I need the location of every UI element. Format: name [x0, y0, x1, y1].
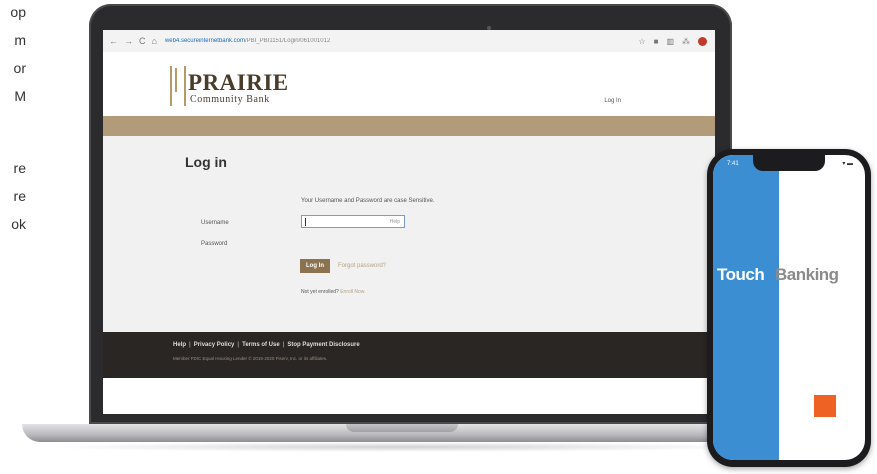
text-caret [305, 218, 306, 226]
profile-avatar-icon[interactable] [698, 36, 707, 46]
cropped-article-text: op m or M re re ok [0, 0, 28, 260]
footer-terms-link[interactable]: Terms of Use [242, 342, 280, 348]
reload-icon[interactable]: C [139, 36, 146, 46]
laptop-screen: ← → C ⌂ web4.secureinternetbank.com/PBI_… [103, 30, 715, 414]
extension-icon[interactable]: ■ [654, 37, 659, 46]
username-label: Username [201, 220, 229, 226]
page-bottom [103, 378, 715, 414]
text-fragment: ok [11, 216, 26, 232]
password-label: Password [201, 241, 228, 247]
footer-legal-text: Member FDIC Equal Housing Lender © 2015-… [173, 356, 328, 361]
case-sensitive-notice: Your Username and Password are case Sens… [301, 198, 435, 204]
brand-touch: Touch [717, 265, 765, 284]
phone-notch [753, 155, 825, 171]
browser-actions: ☆ ■ ▥ ⁂ [638, 36, 707, 46]
login-button[interactable]: Log In [300, 259, 330, 273]
address-bar[interactable]: web4.secureinternetbank.com/PBI_PBI1151/… [165, 38, 638, 44]
page-title: Log in [185, 154, 227, 170]
not-enrolled-text: Not yet enrolled? [301, 289, 339, 295]
footer-help-link[interactable]: Help [173, 342, 186, 348]
laptop-notch [346, 424, 458, 432]
orange-square-icon [814, 395, 836, 417]
footer-privacy-link[interactable]: Privacy Policy [194, 342, 235, 348]
url-host: web4.secureinternetbank.com [164, 38, 245, 44]
forward-icon[interactable]: → [124, 36, 133, 46]
footer-links: Help | Privacy Policy | Terms of Use | Stop Pa… [173, 342, 360, 348]
text-fragment: M [14, 88, 26, 104]
share-icon[interactable]: ⁂ [682, 37, 690, 46]
brand-banking: Banking [775, 265, 839, 284]
text-fragment: or [13, 60, 26, 76]
header-login-link[interactable]: Log In [604, 98, 621, 104]
text-fragment: op [10, 4, 26, 20]
url-path: /PBI_PBI1151/Login/061001012 [244, 38, 331, 44]
logo-title: PRAIRIE [188, 70, 289, 95]
phone-screen: 7:41 ▾ ▬ Touch Banking [713, 155, 865, 460]
back-icon[interactable]: ← [109, 36, 118, 46]
text-fragment: re [13, 188, 26, 204]
blue-panel [713, 155, 779, 460]
username-input[interactable]: Help [301, 215, 405, 228]
brand-band [103, 116, 715, 136]
footer-stop-payment-link[interactable]: Stop Payment Disclosure [287, 342, 359, 348]
forgot-password-link[interactable]: Forgot password? [338, 263, 386, 269]
page-footer: Help | Privacy Policy | Terms of Use | Stop Pa… [103, 332, 715, 378]
reader-icon[interactable]: ▥ [666, 37, 674, 46]
bookmark-star-icon[interactable]: ☆ [638, 37, 645, 46]
status-icons: ▾ ▬ [842, 161, 853, 167]
browser-toolbar: ← → C ⌂ web4.secureinternetbank.com/PBI_… [103, 30, 715, 53]
enroll-prompt: Not yet enrolled? Enroll Now. [301, 289, 366, 295]
laptop-shadow [40, 442, 760, 452]
text-fragment: m [14, 32, 26, 48]
logo-subtitle: Community Bank [190, 94, 270, 105]
status-time: 7:41 [727, 161, 739, 167]
text-fragment: re [13, 160, 26, 176]
home-icon[interactable]: ⌂ [152, 36, 157, 46]
enroll-now-link[interactable]: Enroll Now. [340, 289, 365, 295]
username-help-link[interactable]: Help [390, 219, 400, 225]
wheat-logo-icon [170, 66, 186, 106]
